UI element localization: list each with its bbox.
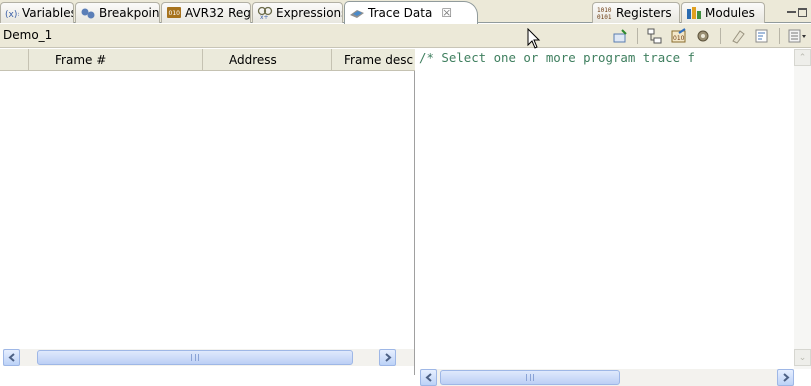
gear-icon [697,30,709,42]
scroll-left-button[interactable] [3,349,20,366]
hierarchy-button[interactable] [645,26,665,46]
svg-text:1010: 1010 [597,7,612,14]
tab-label: Trace Data [368,6,433,20]
eraser-icon [732,30,745,44]
chevron-left-icon [7,353,15,362]
scroll-down-button[interactable]: ⌄ [794,349,811,366]
tab-trace-data[interactable]: Trace Data ☒ [344,1,478,24]
toolbar-buttons: 010 [610,26,811,46]
chevron-right-icon [384,353,392,362]
svg-text:010: 010 [169,10,181,17]
variables-icon: (x)= [5,6,25,20]
expressions-icon: x+ [257,6,273,21]
minimize-icon[interactable] [787,11,796,13]
view-window-controls[interactable] [787,3,809,21]
scroll-up-button[interactable]: ⌃ [794,49,811,66]
tab-label: Breakpoints [99,6,160,20]
chevron-left-icon [424,373,432,382]
menu-dropdown-icon [788,29,806,43]
scroll-thumb[interactable] [440,370,620,385]
toolbar-separator [720,28,721,44]
scroll-right-button[interactable] [379,349,396,366]
column-header-frame-number[interactable]: Frame # [29,49,203,70]
pin-trace-button[interactable] [610,26,630,46]
tab-variables[interactable]: (x)= Variables [0,2,74,23]
tab-avr32-registers[interactable]: 010 AVR32 Regist [161,2,251,23]
trace-text-editor[interactable]: /* Select one or more program trace f ⌃ … [416,49,811,386]
registers-icon: 1010 0101 [597,6,613,21]
editor-horizontal-scrollbar[interactable] [420,369,794,386]
trace-frame-table[interactable]: Frame # Address Frame desc [0,49,415,375]
tab-label: AVR32 Regist [185,6,251,20]
binary-chart-icon: 010 [671,28,686,43]
column-header-address[interactable]: Address [203,49,332,70]
editor-text: /* Select one or more program trace f [419,50,696,65]
mouse-cursor [527,28,541,49]
word-wrap-button[interactable] [752,26,772,46]
tab-label: Variables [22,6,74,20]
avr32-registers-icon: 010 [166,6,182,20]
clear-button[interactable] [728,26,748,46]
tab-expressions[interactable]: x+ Expressions [252,2,343,23]
column-header-frame-description[interactable]: Frame desc [332,49,415,70]
close-icon[interactable]: ☒ [441,6,452,20]
scroll-thumb[interactable] [37,350,353,365]
svg-text:0101: 0101 [597,14,612,20]
scroll-right-button[interactable] [777,369,794,386]
toolbar-separator [779,28,780,44]
view-tab-strip: (x)= Variables Breakpoints 010 AVR32 Reg… [0,0,811,24]
context-label: Demo_1 [3,28,53,42]
column-header-blank[interactable] [0,49,29,70]
modules-icon [686,6,702,20]
pin-icon [613,29,627,43]
settings-button[interactable] [693,26,713,46]
tab-label: Registers [616,6,672,20]
view-menu-button[interactable] [787,26,807,46]
view-toolbar: Demo_1 010 [0,24,811,48]
table-header: Frame # Address Frame desc [0,49,415,71]
tab-registers[interactable]: 1010 0101 Registers [592,2,680,23]
tab-breakpoints[interactable]: Breakpoints [75,2,160,23]
wrap-icon [755,29,768,43]
maximize-icon[interactable] [798,7,807,17]
export-binary-button[interactable]: 010 [669,26,689,46]
toolbar-separator [637,28,638,44]
scroll-left-button[interactable] [420,369,437,386]
breakpoints-icon [80,6,96,20]
table-horizontal-scrollbar[interactable] [3,349,414,366]
svg-text:(x)=: (x)= [5,10,19,20]
trace-data-icon [349,6,365,20]
svg-text:010: 010 [673,35,685,42]
editor-vertical-scrollbar[interactable]: ⌃ ⌄ [794,49,811,369]
tab-label: Expressions [276,6,343,20]
hierarchy-icon [647,28,662,44]
tab-label: Modules [705,6,755,20]
chevron-right-icon [782,373,790,382]
tab-modules[interactable]: Modules [681,2,765,23]
svg-text:x+: x+ [260,14,269,20]
